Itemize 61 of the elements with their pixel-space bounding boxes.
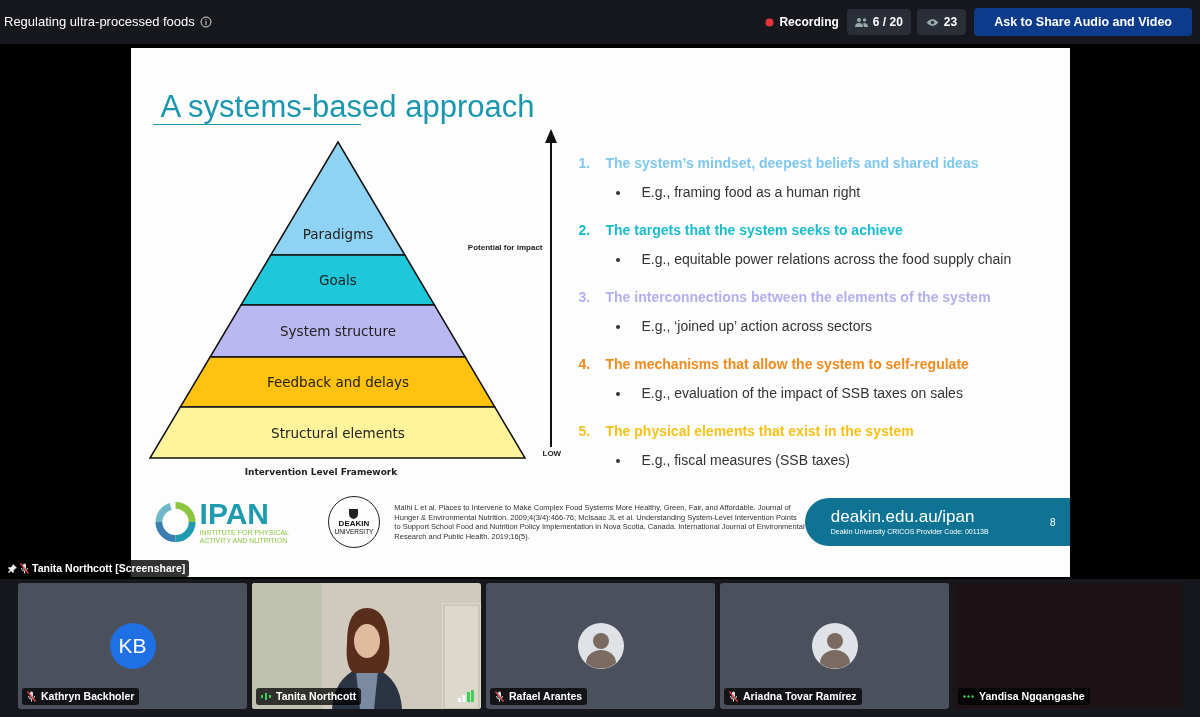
- avatar-icon: [811, 623, 858, 669]
- point-number: 4.: [578, 355, 592, 374]
- point-number: 2.: [578, 221, 592, 240]
- bullet-icon: [615, 458, 620, 463]
- point-example: E.g., framing food as a human right: [641, 183, 861, 202]
- meeting-title: Regulating ultra-processed foods: [4, 13, 195, 32]
- point-number: 5.: [578, 422, 592, 441]
- point-example: E.g., equitable power relations across the food supply chain: [641, 250, 1012, 269]
- participant-name: Tanita Northcott: [276, 688, 357, 704]
- point-heading: The targets that the system seeks to achieve: [605, 221, 903, 240]
- axis-low-label: LOW: [542, 448, 562, 460]
- presenter-name: Tanita Northcott [Screenshare]: [32, 560, 186, 576]
- point-number: 3.: [578, 288, 592, 307]
- recording-label: Recording: [779, 14, 839, 31]
- ipan-logo-text: IPAN: [199, 499, 270, 529]
- participants-button[interactable]: 6 / 20: [846, 9, 911, 35]
- axis-label: Potential for impact: [467, 242, 543, 254]
- point-heading: The mechanisms that allow the system to self-regulate: [605, 355, 969, 374]
- level-label: System structure: [279, 323, 396, 339]
- framework-caption: Intervention Level Framework: [244, 467, 397, 477]
- deakin-logo-text: DEAKIN: [338, 519, 370, 528]
- participant-name: Yandisa Ngqangashe: [979, 688, 1085, 704]
- bullet-icon: [615, 391, 620, 396]
- point-example: E.g., evaluation of the impact of SSB taxes on sales: [641, 384, 963, 403]
- signal-bars-icon: [458, 690, 474, 702]
- slide-page-number: 8: [1049, 515, 1056, 530]
- level-label: Structural elements: [270, 424, 405, 441]
- eye-icon: [925, 17, 939, 27]
- level-label: Paradigms: [302, 226, 373, 242]
- recording-dot-icon: [765, 17, 775, 27]
- viewers-button[interactable]: 23: [916, 9, 967, 35]
- level-label: Feedback and delays: [266, 374, 409, 390]
- point-example: E.g., fiscal measures (SSB taxes): [641, 451, 851, 470]
- bullet-icon: [615, 257, 620, 262]
- bullet-icon: [615, 190, 620, 195]
- avatar-icon: [577, 623, 624, 669]
- point-heading: The interconnections between the elements of the system: [605, 288, 991, 307]
- point-example: E.g., ‘joined up’ action across sectors: [641, 317, 873, 336]
- participant-tile[interactable]: Yandisa Ngqangashe: [954, 583, 1183, 709]
- participant-tile[interactable]: KB Kathryn Backholer: [18, 583, 247, 709]
- participant-name: Kathryn Backholer: [41, 688, 135, 704]
- ipan-ring-logo-icon: [154, 501, 196, 543]
- slide-title: A systems-based approach: [160, 89, 535, 124]
- point-number: 1.: [578, 154, 592, 173]
- participant-name: Rafael Arantes: [509, 688, 583, 704]
- people-icon: [854, 17, 868, 27]
- shield-icon: [349, 509, 359, 519]
- participant-name: Ariadna Tovar Ramírez: [743, 688, 857, 704]
- share-audio-video-button[interactable]: Ask to Share Audio and Video: [974, 8, 1192, 36]
- pin-icon: [8, 564, 17, 573]
- mic-muted-icon: [20, 563, 29, 574]
- point-heading: The system’s mindset, deepest beliefs and shared ideas: [605, 154, 979, 173]
- participant-tile[interactable]: Ariadna Tovar Ramírez: [720, 583, 949, 709]
- initials-avatar: KB: [109, 623, 156, 669]
- participant-tile[interactable]: Rafael Arantes: [486, 583, 715, 709]
- bullet-icon: [615, 324, 620, 329]
- level-label: Goals: [318, 272, 357, 288]
- url-text: deakin.edu.au/ipan: [830, 506, 976, 527]
- participant-tile[interactable]: Tanita Northcott: [252, 583, 481, 709]
- info-icon[interactable]: [199, 16, 212, 28]
- point-heading: The physical elements that exist in the system: [605, 422, 914, 441]
